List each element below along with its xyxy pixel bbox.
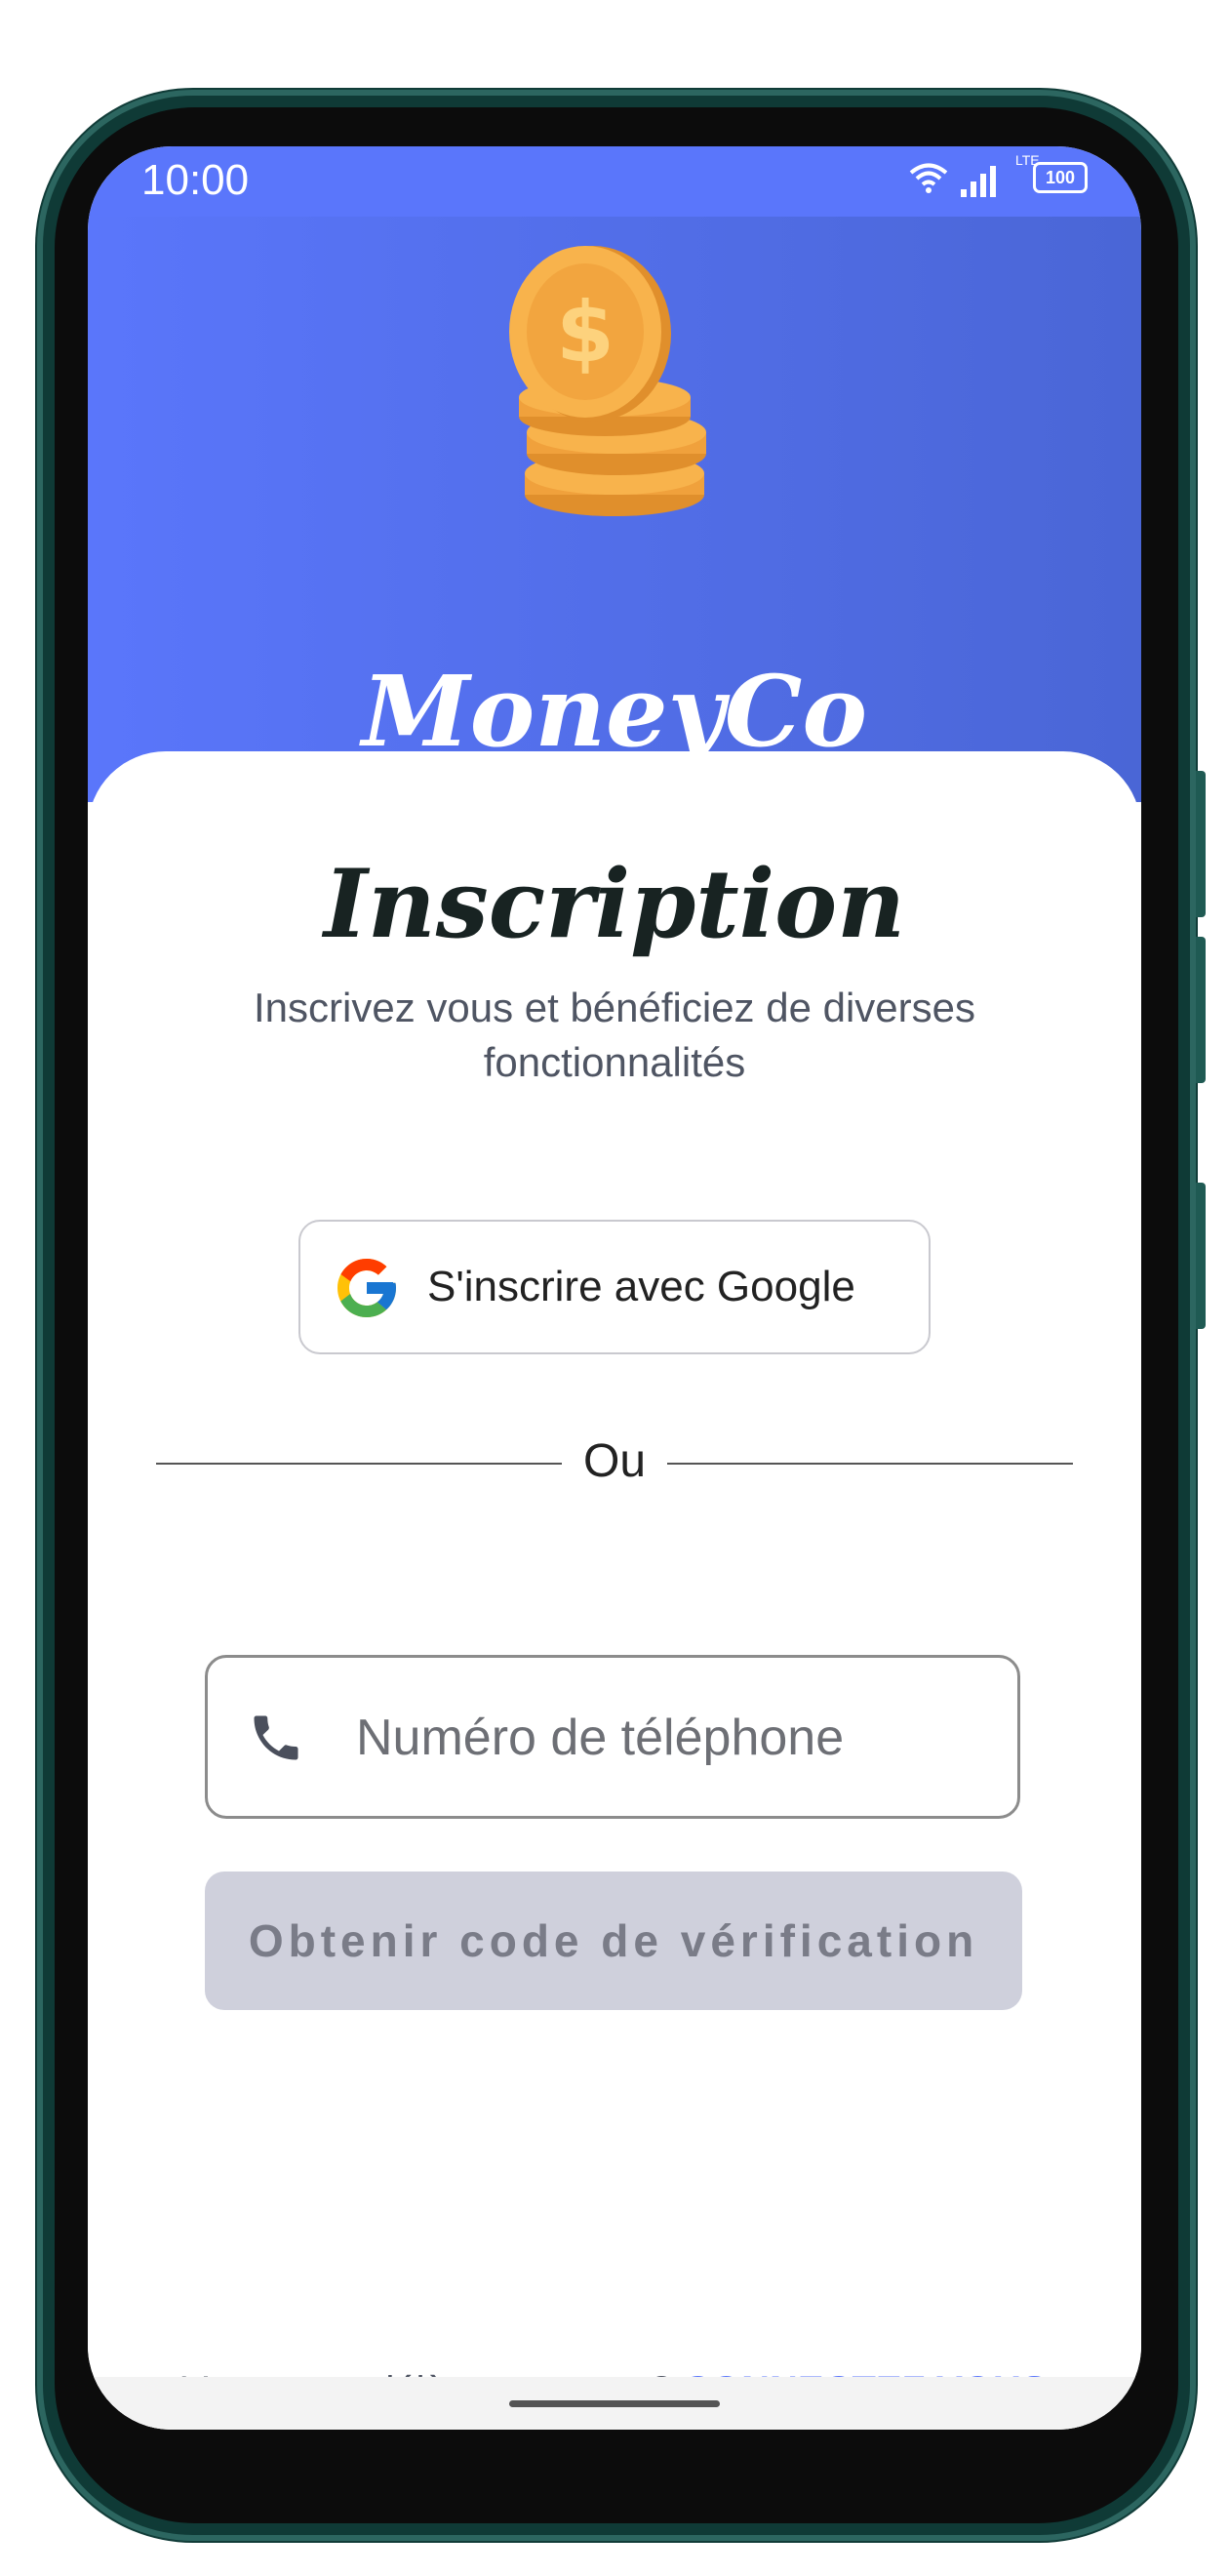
cellular-signal-icon <box>961 166 996 197</box>
divider-label: Ou <box>582 1435 647 1487</box>
google-signup-button[interactable]: S'inscrire avec Google <box>298 1220 931 1354</box>
volume-down-side-button <box>1196 937 1206 1083</box>
navigation-bar <box>88 2377 1141 2430</box>
phone-icon <box>254 1715 298 1760</box>
coin-stack-dollar-icon: $ <box>509 246 706 516</box>
home-indicator[interactable] <box>509 2400 720 2407</box>
divider-line-left <box>156 1463 562 1465</box>
volume-up-side-button <box>1196 771 1206 917</box>
app-screen: 10:00 LTE 100 $ MoneyCo Inscription Insc… <box>88 146 1141 2430</box>
power-side-button <box>1196 1183 1206 1329</box>
status-time: 10:00 <box>141 156 250 204</box>
google-signup-label: S'inscrire avec Google <box>427 1263 855 1310</box>
lte-label: LTE <box>1015 152 1040 168</box>
divider-line-right <box>667 1463 1073 1465</box>
page-subtitle: Inscrivez vous et bénéficiez de diverses… <box>253 985 976 1085</box>
phone-number-field[interactable] <box>205 1655 1020 1819</box>
wifi-icon <box>909 163 948 193</box>
status-icons: LTE 100 <box>908 152 1088 197</box>
status-bar: 10:00 LTE 100 <box>88 146 1141 217</box>
svg-text:$: $ <box>556 284 614 382</box>
page-title: Inscription <box>323 849 905 959</box>
signup-card: Inscription Inscrivez vous et bénéficiez… <box>88 751 1141 2430</box>
google-logo-icon <box>337 1259 396 1317</box>
battery-icon: 100 <box>1033 162 1088 193</box>
phone-number-input[interactable] <box>354 1658 982 1818</box>
get-verification-code-button[interactable]: Obtenir code de vérification <box>205 1872 1022 2010</box>
signal-group: LTE <box>957 152 1040 197</box>
